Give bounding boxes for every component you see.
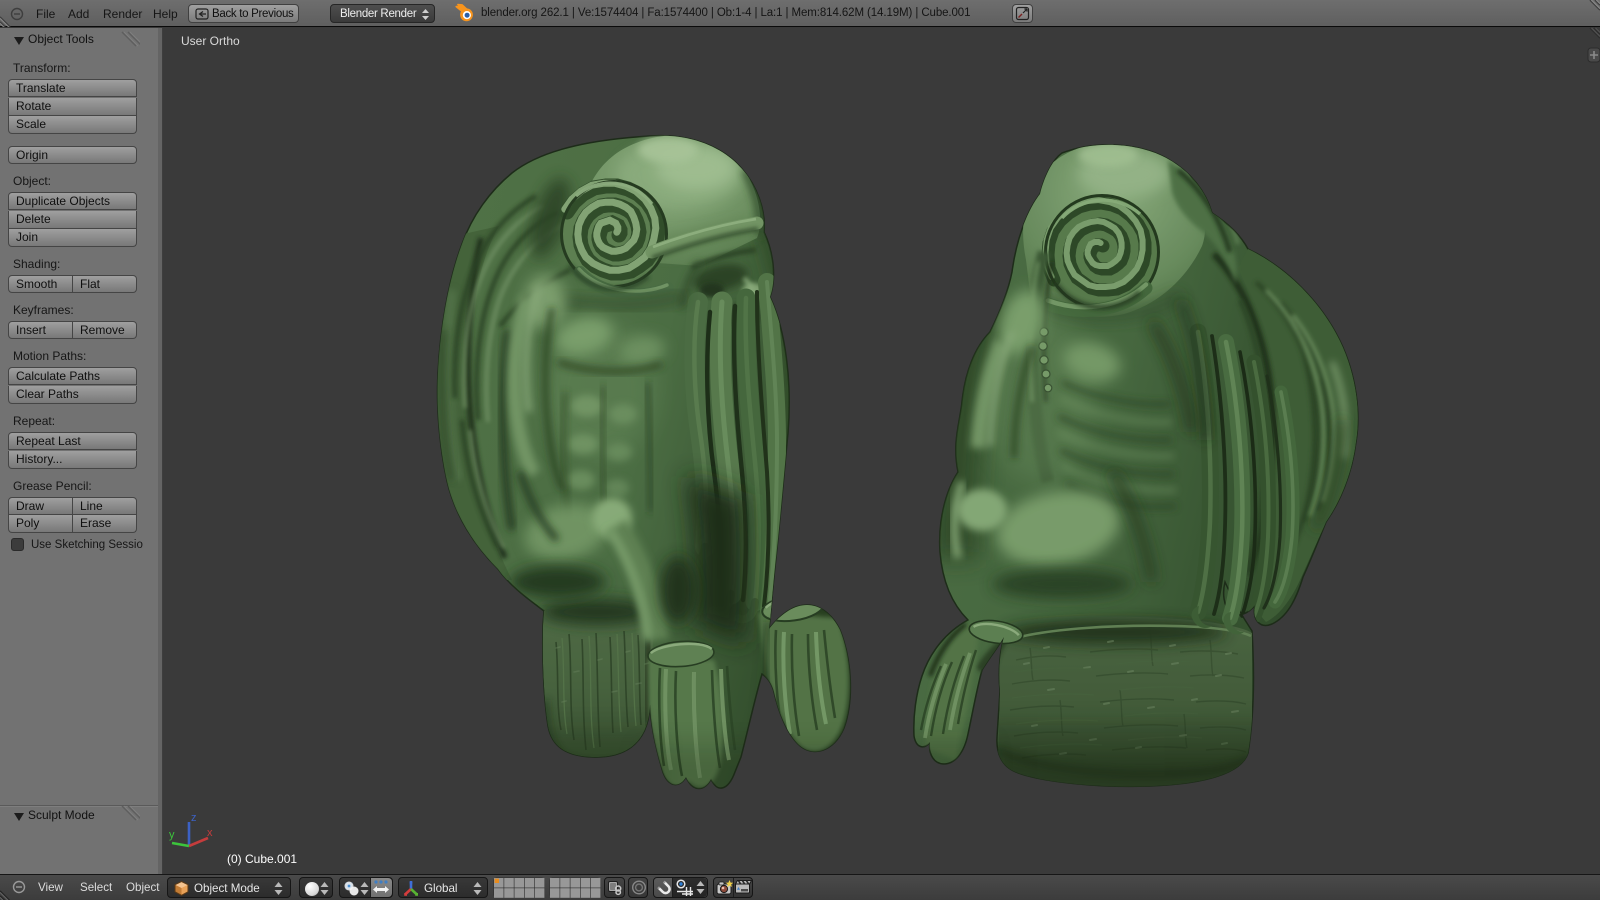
svg-text:y: y: [169, 829, 175, 841]
svg-text:z: z: [191, 812, 197, 824]
svg-text:x: x: [207, 827, 213, 839]
